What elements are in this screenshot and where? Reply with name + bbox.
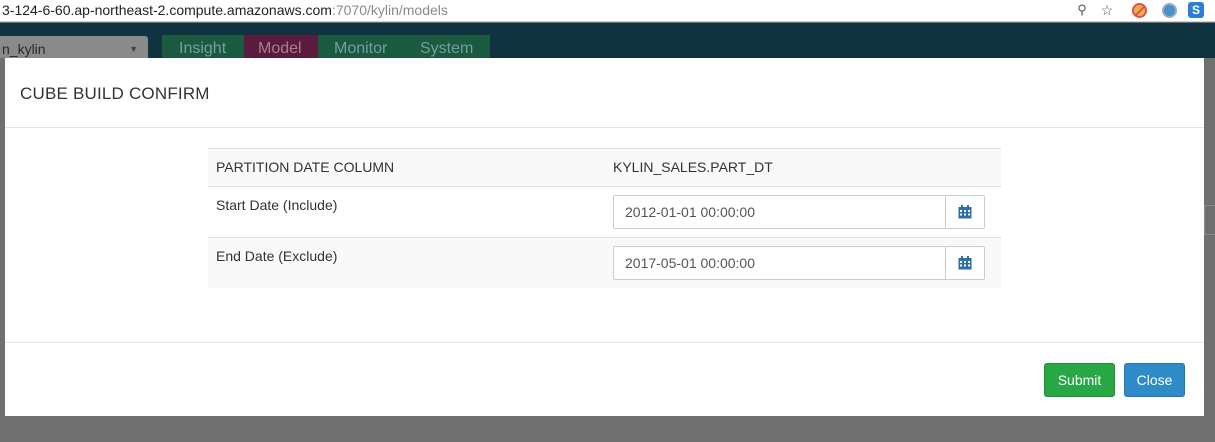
address-url[interactable]: 3-124-6-60.ap-northeast-2.compute.amazon…: [2, 1, 448, 19]
start-date-input[interactable]: [613, 195, 945, 229]
page-backdrop-bottom: [0, 416, 1215, 442]
drive-icon[interactable]: [1160, 1, 1178, 19]
star-icon[interactable]: ☆: [1098, 1, 1116, 19]
modal-title: CUBE BUILD CONFIRM: [20, 84, 210, 103]
submit-button[interactable]: Submit: [1044, 363, 1115, 397]
end-date-input[interactable]: [613, 246, 945, 280]
modal-header: CUBE BUILD CONFIRM: [5, 58, 1204, 128]
start-date-calendar-button[interactable]: [945, 195, 985, 229]
chevron-down-icon: ▼: [129, 44, 138, 54]
cube-build-modal: CUBE BUILD CONFIRM PARTITION DATE COLUMN…: [5, 58, 1204, 416]
calendar-icon: [958, 205, 972, 219]
end-date-calendar-button[interactable]: [945, 246, 985, 280]
browser-address-bar: 3-124-6-60.ap-northeast-2.compute.amazon…: [0, 0, 1215, 22]
key-icon[interactable]: ⚲: [1073, 1, 1091, 19]
modal-footer: Submit Close: [5, 342, 1204, 416]
app-header: n_kylin ▼ Insight Model Monitor System: [0, 23, 1215, 64]
table-row: Start Date (Include): [208, 186, 1001, 238]
partition-column-label: PARTITION DATE COLUMN: [216, 159, 395, 175]
calendar-icon: [958, 256, 972, 270]
partition-column-value: KYLIN_SALES.PART_DT: [613, 159, 773, 175]
nav-insight[interactable]: Insight: [162, 35, 244, 59]
close-button[interactable]: Close: [1124, 363, 1185, 397]
modal-body: PARTITION DATE COLUMN KYLIN_SALES.PART_D…: [5, 128, 1204, 342]
block-icon[interactable]: [1130, 1, 1148, 19]
nav-model[interactable]: Model: [244, 35, 318, 59]
table-row: PARTITION DATE COLUMN KYLIN_SALES.PART_D…: [208, 148, 1001, 187]
table-row: End Date (Exclude): [208, 237, 1001, 288]
background-search-box: [1204, 205, 1215, 235]
end-date-label: End Date (Exclude): [216, 248, 338, 264]
nav-monitor[interactable]: Monitor: [318, 35, 404, 59]
nav-system[interactable]: System: [404, 35, 490, 59]
url-path: :7070/kylin/models: [331, 2, 448, 18]
end-date-picker: [613, 246, 985, 280]
build-settings-table: PARTITION DATE COLUMN KYLIN_SALES.PART_D…: [208, 148, 1001, 288]
project-select-value: n_kylin: [2, 41, 46, 57]
start-date-label: Start Date (Include): [216, 197, 338, 213]
url-host: 3-124-6-60.ap-northeast-2.compute.amazon…: [2, 2, 332, 18]
s-extension-icon[interactable]: S: [1187, 1, 1205, 19]
start-date-picker: [613, 195, 985, 229]
